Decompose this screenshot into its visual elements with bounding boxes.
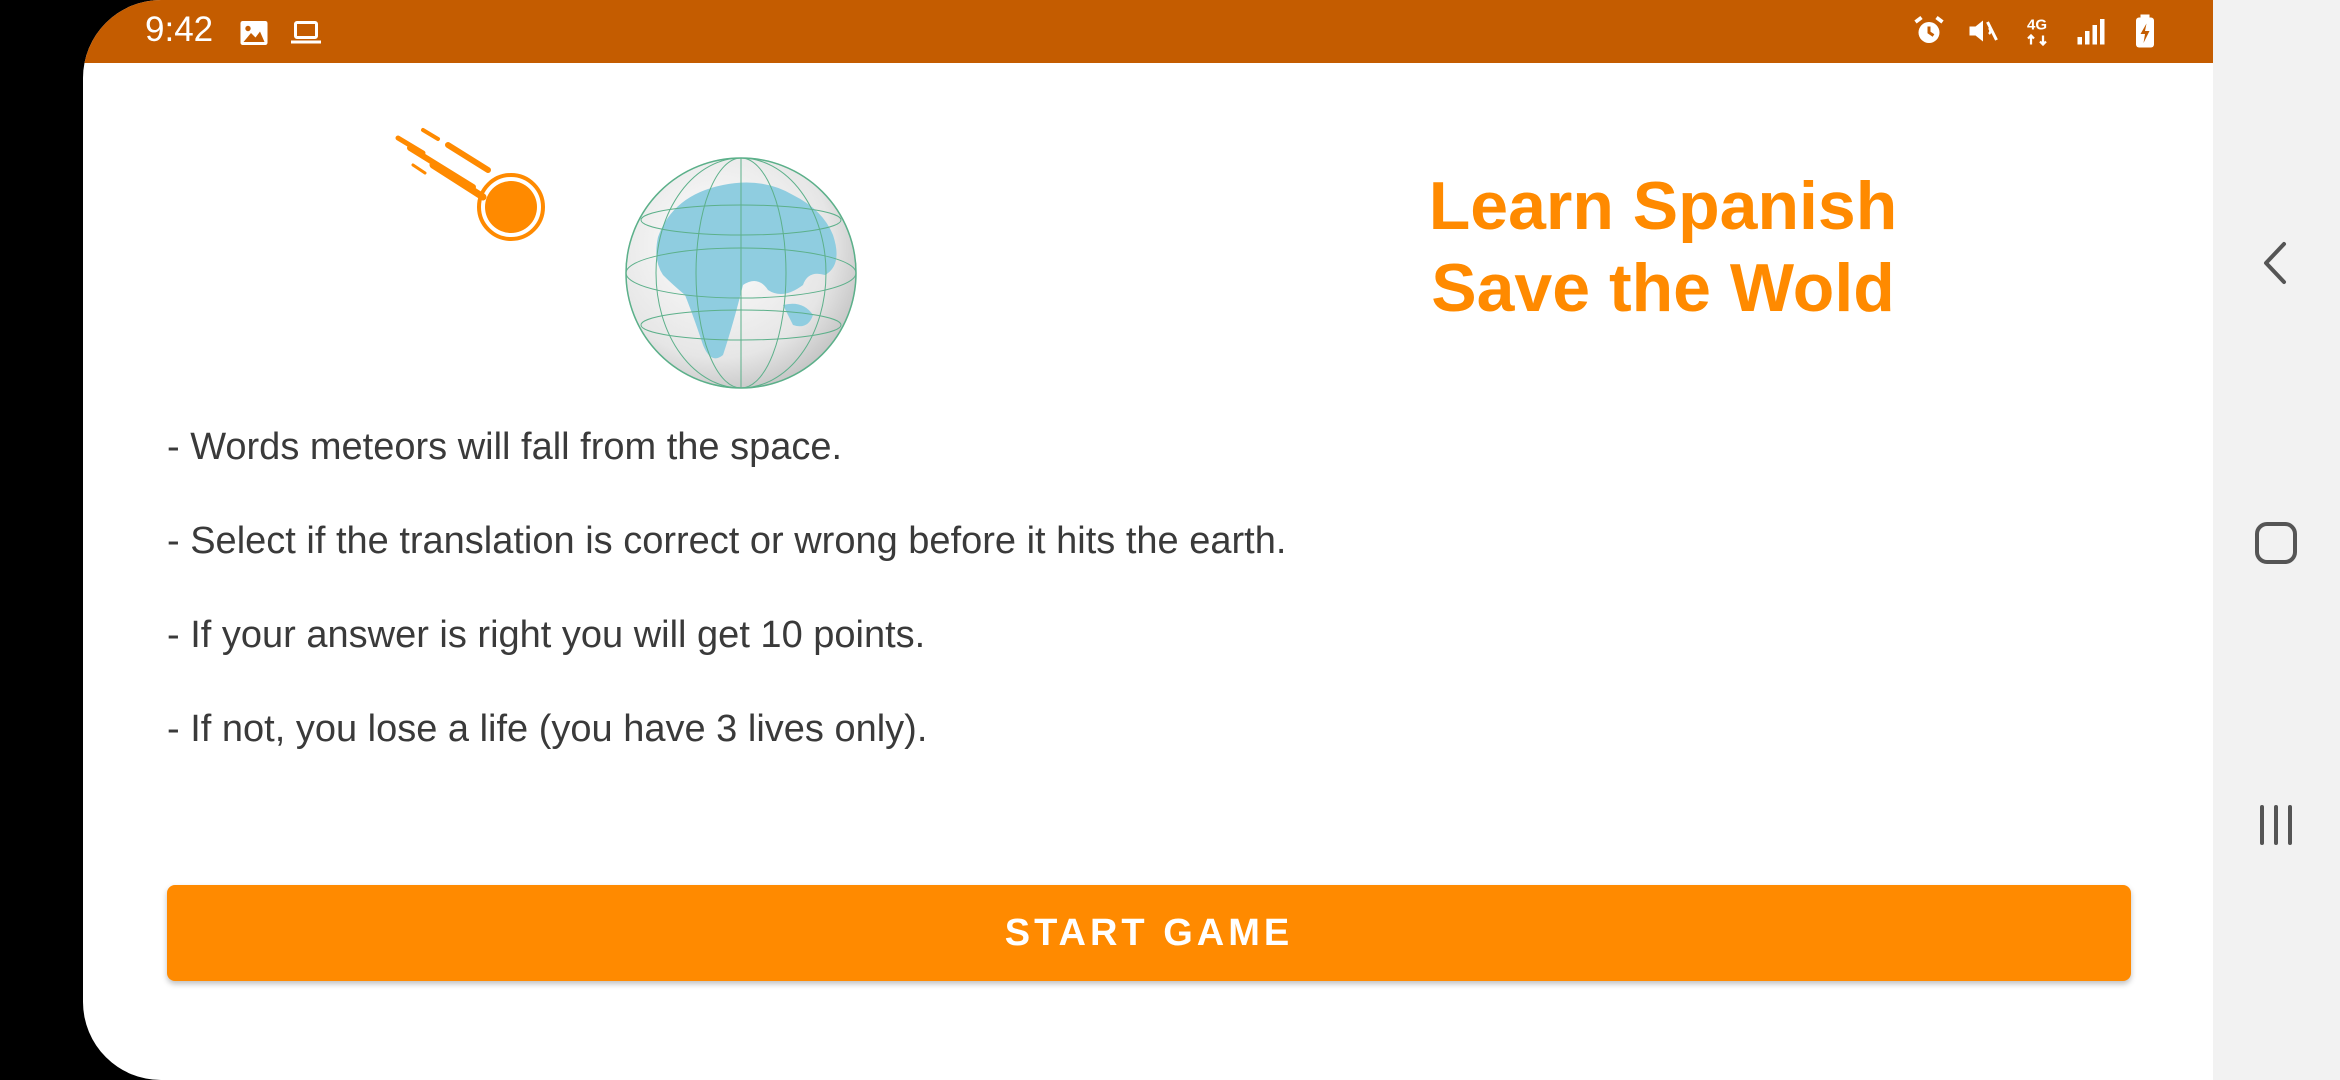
globe-icon (625, 157, 857, 389)
image-icon (240, 21, 268, 45)
navigation-bar (2213, 0, 2340, 1080)
home-button[interactable] (2241, 508, 2311, 578)
recents-button[interactable] (2241, 790, 2311, 860)
rule-item: - Select if the translation is correct o… (167, 520, 1287, 562)
title-line-1: Learn Spanish (1428, 168, 1898, 244)
app-title: Learn Spanish Save the Wold (1413, 165, 1913, 329)
status-right-icons: 4G (1911, 13, 2163, 49)
mute-icon (1969, 20, 1998, 42)
status-time: 9:42 (145, 10, 214, 49)
hero-illustration (395, 128, 857, 389)
home-icon (2255, 522, 2297, 564)
back-icon (2264, 242, 2286, 284)
title-line-2: Save the Wold (1431, 250, 1895, 326)
battery-charging-icon (2136, 14, 2154, 48)
app-screen: 9:42 4G Learn Spanish Save the Wold - Wo… (83, 0, 2213, 1080)
start-game-button[interactable]: START GAME (167, 885, 2131, 981)
alarm-icon (1914, 16, 1944, 43)
status-bar: 9:42 4G (83, 0, 2213, 63)
laptop-icon (291, 21, 321, 44)
device-frame: 9:42 4G Learn Spanish Save the Wold - Wo… (0, 0, 2340, 1080)
svg-text:4G: 4G (2027, 17, 2047, 34)
recents-icon (2260, 805, 2292, 845)
rule-item: - If not, you lose a life (you have 3 li… (167, 708, 928, 750)
back-button[interactable] (2241, 228, 2311, 298)
4g-icon: 4G (2027, 17, 2047, 47)
rules-list: - Words meteors will fall from the space… (167, 425, 2067, 801)
signal-icon (2077, 19, 2105, 45)
rule-item: - Words meteors will fall from the space… (167, 426, 843, 468)
rule-item: - If your answer is right you will get 1… (167, 614, 926, 656)
meteor-icon (395, 128, 545, 241)
status-left-icons (236, 15, 324, 51)
